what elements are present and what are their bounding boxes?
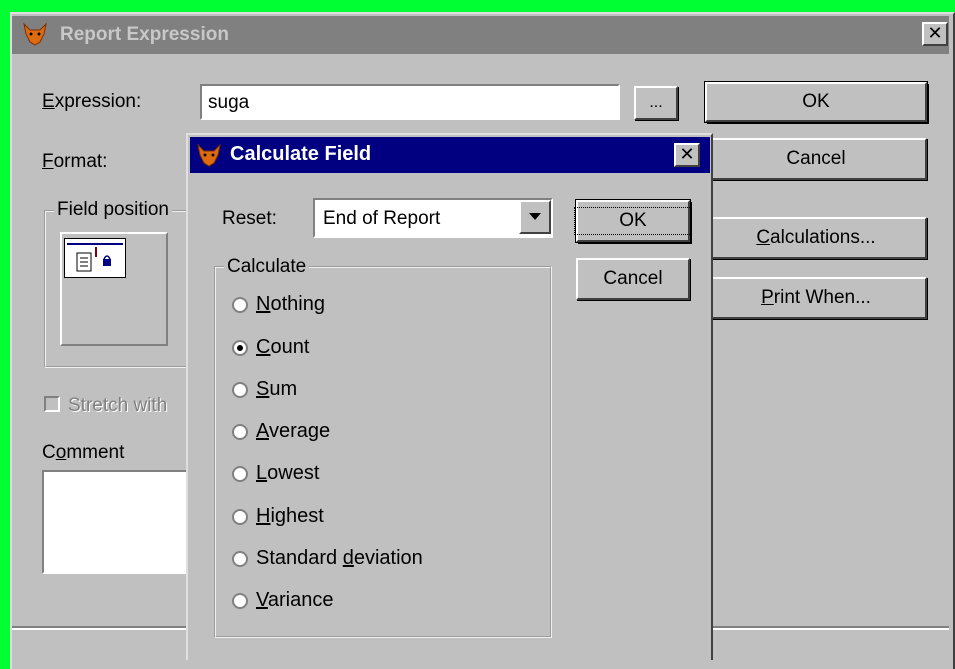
- calculate-option-count[interactable]: Count: [232, 336, 309, 359]
- radio-button[interactable]: [232, 296, 248, 313]
- dialog-bottom: [186, 660, 713, 669]
- calculate-option-label: Standard deviation: [256, 547, 423, 569]
- calculate-option-label: Highest: [256, 505, 324, 527]
- calculate-group: [214, 266, 552, 638]
- calculate-option-highest[interactable]: Highest: [232, 505, 324, 528]
- radio-button[interactable]: [232, 381, 248, 398]
- reset-select[interactable]: End of Report: [313, 198, 553, 238]
- field-position-label: Field position: [54, 199, 172, 221]
- close-icon: ✕: [927, 23, 943, 44]
- calc-cancel-button[interactable]: Cancel: [576, 258, 690, 300]
- radio-button[interactable]: [232, 423, 248, 440]
- calculations-button[interactable]: Calculations...: [705, 217, 927, 259]
- close-button[interactable]: ✕: [922, 22, 948, 46]
- calculate-option-label: Lowest: [256, 462, 320, 484]
- expression-label: Expression:: [42, 91, 142, 112]
- calculate-option-label: Sum: [256, 378, 298, 400]
- field-position-icon[interactable]: [64, 238, 126, 278]
- radio-button[interactable]: [232, 508, 248, 525]
- comment-textarea[interactable]: [42, 470, 202, 574]
- window-title: Report Expression: [60, 24, 229, 45]
- fox-app-icon: [196, 143, 222, 167]
- comment-label: Comment: [42, 442, 125, 463]
- calculate-option-standard-deviation[interactable]: Standard deviation: [232, 547, 423, 570]
- radio-button[interactable]: [232, 592, 248, 609]
- calculate-option-average[interactable]: Average: [232, 420, 330, 443]
- calculate-option-label: Variance: [256, 589, 334, 611]
- calculate-option-label: Count: [256, 336, 310, 358]
- calculate-option-variance[interactable]: Variance: [232, 589, 333, 612]
- print-when-button[interactable]: Print When...: [705, 277, 927, 319]
- stretch-label: Stretch with: [68, 395, 168, 416]
- calc-ok-button[interactable]: OK: [574, 200, 692, 242]
- browse-button[interactable]: ...: [634, 86, 678, 120]
- reset-label: Reset:: [222, 208, 277, 229]
- dropdown-arrow-icon[interactable]: [519, 200, 551, 234]
- radio-button[interactable]: [232, 465, 248, 482]
- format-label: Format:: [42, 151, 108, 172]
- calculate-option-nothing[interactable]: Nothing: [232, 293, 325, 316]
- cancel-button[interactable]: Cancel: [705, 138, 927, 180]
- calculate-option-label: Nothing: [256, 293, 325, 315]
- stretch-checkbox[interactable]: [44, 396, 60, 412]
- calculate-field-title: Calculate Field: [230, 143, 372, 165]
- ok-button[interactable]: OK: [705, 82, 927, 122]
- calculate-group-label: Calculate: [224, 256, 310, 278]
- calc-close-button[interactable]: ✕: [674, 143, 700, 167]
- radio-button[interactable]: [232, 550, 248, 567]
- radio-button[interactable]: [232, 339, 248, 356]
- fox-app-icon: [22, 22, 48, 46]
- calculate-option-lowest[interactable]: Lowest: [232, 462, 319, 485]
- calculate-option-label: Average: [256, 420, 331, 442]
- close-icon: ✕: [679, 144, 695, 165]
- calculate-option-sum[interactable]: Sum: [232, 378, 297, 401]
- expression-input[interactable]: suga: [200, 84, 620, 120]
